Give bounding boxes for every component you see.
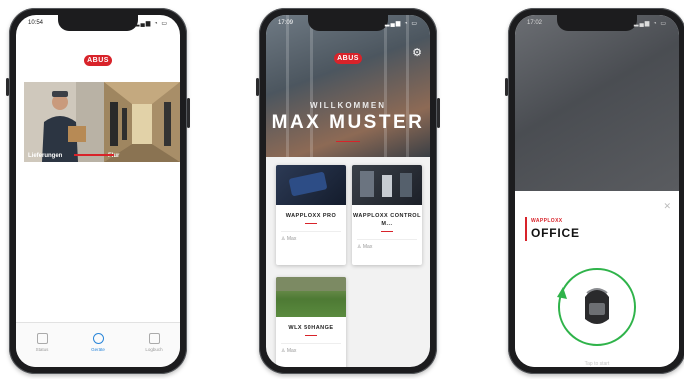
unlock-screen: 17:02 ▂▄▆ ◔ ▭ ✕ WAPPLOXX OFFICE Tap to s… <box>515 15 679 367</box>
card-title: WAPPLOXX PRO <box>285 213 337 219</box>
signal-battery-icon: ▂▄▆ ◔ ▭ <box>134 21 168 27</box>
status-time: 17:09 <box>278 20 294 26</box>
card-owner: Max <box>286 348 297 354</box>
user-name: MAX MUSTER <box>271 112 425 133</box>
logbook-icon <box>148 333 160 344</box>
card-image <box>352 165 422 205</box>
tab-status[interactable]: Status <box>22 333 62 352</box>
tab-bar: Status Geräte Logbuch <box>16 322 180 367</box>
card-title: WAPPLOXX CONTROL M... <box>353 213 421 227</box>
abus-logo: ABUS <box>334 53 362 64</box>
tab-label: Geräte <box>91 347 105 352</box>
card-image <box>276 277 346 317</box>
status-bar: 17:02 ▂▄▆ ◔ ▭ <box>515 19 679 31</box>
status-bar: 17:09 ▂▄▆ ◔ ▭ <box>266 19 430 31</box>
welcome-text: WILLKOMMEN <box>310 101 386 110</box>
dimmed-background <box>515 15 679 191</box>
card-owner: Max <box>286 236 297 242</box>
card-title: WLX 50HANGE <box>288 325 334 331</box>
tab-label: Status <box>35 347 49 352</box>
home-icon <box>36 333 48 344</box>
unlock-sheet: ✕ WAPPLOXX OFFICE Tap to start <box>515 191 679 367</box>
signal-battery-icon: ▂▄▆ ◔ ▭ <box>384 21 418 27</box>
abus-logo: ABUS <box>84 55 112 66</box>
lock-cylinder-icon <box>585 288 609 324</box>
signal-battery-icon: ▂▄▆ ◔ ▭ <box>633 21 667 27</box>
unlock-ring[interactable] <box>547 257 647 357</box>
tile-lieferungen[interactable]: Lieferungen <box>24 82 104 162</box>
accent-bar <box>525 217 527 241</box>
status-time: 10:54 <box>28 20 44 26</box>
tab-logbook[interactable]: Logbuch <box>134 333 174 352</box>
device-card-wapploxx-pro[interactable]: WAPPLOXX PRO ♙ Max <box>276 165 346 265</box>
devices-screen: 10:54 ▂▄▆ ◔ ▭ ABUS Lieferungen Flur Stat… <box>16 15 180 367</box>
phone-devices: 10:54 ▂▄▆ ◔ ▭ ABUS Lieferungen Flur Stat… <box>6 8 190 374</box>
welcome-hero: ⚙ WILLKOMMEN MAX MUSTER <box>266 15 430 157</box>
hallway-image <box>104 82 180 162</box>
hero-accent-line <box>336 141 360 142</box>
phone-welcome: ⚙ WILLKOMMEN MAX MUSTER 17:09 ▂▄▆ ◔ ▭ AB… <box>256 8 440 374</box>
tab-devices[interactable]: Geräte <box>78 333 118 352</box>
welcome-screen: ⚙ WILLKOMMEN MAX MUSTER 17:09 ▂▄▆ ◔ ▭ AB… <box>266 15 430 367</box>
hint-text: Tap to start <box>584 361 610 367</box>
tile-label: Lieferungen <box>28 153 63 159</box>
tile-divider <box>74 154 114 156</box>
door-name: OFFICE <box>531 226 580 240</box>
devices-icon <box>92 333 104 344</box>
close-icon[interactable]: ✕ <box>663 201 671 212</box>
device-card-wlx[interactable]: WLX 50HANGE ♙ Max <box>276 277 346 367</box>
tile-flur[interactable]: Flur <box>104 82 180 162</box>
card-owner: Max <box>362 244 373 250</box>
phone-unlock: 17:02 ▂▄▆ ◔ ▭ ✕ WAPPLOXX OFFICE Tap to s… <box>505 8 684 374</box>
delivery-person-image <box>24 82 104 162</box>
status-bar: 10:54 ▂▄▆ ◔ ▭ <box>16 19 180 31</box>
status-time: 17:02 <box>527 20 543 26</box>
gear-icon[interactable]: ⚙ <box>412 46 422 59</box>
door-eyebrow: WAPPLOXX <box>531 218 563 224</box>
card-image <box>276 165 346 205</box>
device-card-wapploxx-control[interactable]: WAPPLOXX CONTROL M... ♙ Max <box>352 165 422 265</box>
tab-label: Logbuch <box>145 347 163 352</box>
